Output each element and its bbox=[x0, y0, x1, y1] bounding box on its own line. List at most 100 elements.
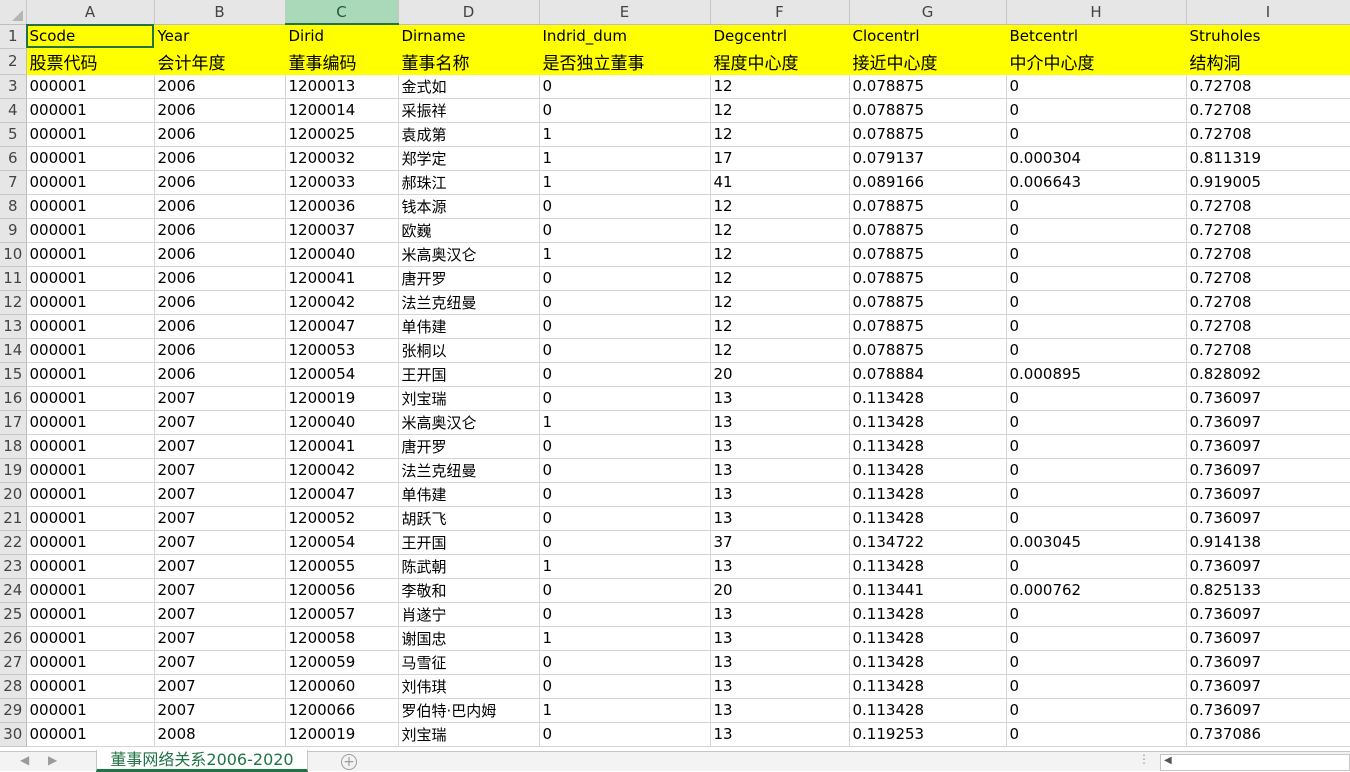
cell-b7[interactable]: 2006 bbox=[154, 170, 286, 195]
cell-f15[interactable]: 20 bbox=[710, 362, 850, 387]
row-header[interactable]: 4 bbox=[0, 98, 27, 123]
cell-c29[interactable]: 1200066 bbox=[285, 698, 399, 723]
row-header[interactable]: 22 bbox=[0, 530, 27, 555]
cell-h27[interactable]: 0 bbox=[1006, 650, 1187, 675]
cell-f11[interactable]: 12 bbox=[710, 266, 850, 291]
cell-b2[interactable]: 会计年度 bbox=[154, 48, 286, 75]
cell-f23[interactable]: 13 bbox=[710, 554, 850, 579]
cell-e30[interactable]: 0 bbox=[539, 722, 711, 747]
cell-a6[interactable]: 000001 bbox=[26, 146, 155, 171]
cell-i10[interactable]: 0.72708 bbox=[1186, 242, 1350, 267]
cell-i22[interactable]: 0.914138 bbox=[1186, 530, 1350, 555]
cell-h19[interactable]: 0 bbox=[1006, 458, 1187, 483]
cell-a7[interactable]: 000001 bbox=[26, 170, 155, 195]
cell-b11[interactable]: 2006 bbox=[154, 266, 286, 291]
cell-c16[interactable]: 1200019 bbox=[285, 386, 399, 411]
cell-d27[interactable]: 马雪征 bbox=[398, 650, 540, 675]
cell-h4[interactable]: 0 bbox=[1006, 98, 1187, 123]
cell-h6[interactable]: 0.000304 bbox=[1006, 146, 1187, 171]
cell-d8[interactable]: 钱本源 bbox=[398, 194, 540, 219]
cell-e13[interactable]: 0 bbox=[539, 314, 711, 339]
cell-e20[interactable]: 0 bbox=[539, 482, 711, 507]
cell-f22[interactable]: 37 bbox=[710, 530, 850, 555]
cell-i21[interactable]: 0.736097 bbox=[1186, 506, 1350, 531]
cell-a14[interactable]: 000001 bbox=[26, 338, 155, 363]
cell-e18[interactable]: 0 bbox=[539, 434, 711, 459]
cell-i18[interactable]: 0.736097 bbox=[1186, 434, 1350, 459]
cell-d9[interactable]: 欧巍 bbox=[398, 218, 540, 243]
cell-a22[interactable]: 000001 bbox=[26, 530, 155, 555]
cell-f21[interactable]: 13 bbox=[710, 506, 850, 531]
cell-h26[interactable]: 0 bbox=[1006, 626, 1187, 651]
row-header[interactable]: 13 bbox=[0, 314, 27, 339]
cell-g4[interactable]: 0.078875 bbox=[849, 98, 1007, 123]
cell-g12[interactable]: 0.078875 bbox=[849, 290, 1007, 315]
cell-c18[interactable]: 1200041 bbox=[285, 434, 399, 459]
cell-a20[interactable]: 000001 bbox=[26, 482, 155, 507]
cell-d24[interactable]: 李敬和 bbox=[398, 578, 540, 603]
cell-i25[interactable]: 0.736097 bbox=[1186, 602, 1350, 627]
column-header-b[interactable]: B bbox=[154, 0, 286, 25]
row-header[interactable]: 12 bbox=[0, 290, 27, 315]
cell-g8[interactable]: 0.078875 bbox=[849, 194, 1007, 219]
cell-f13[interactable]: 12 bbox=[710, 314, 850, 339]
cell-a21[interactable]: 000001 bbox=[26, 506, 155, 531]
cell-b8[interactable]: 2006 bbox=[154, 194, 286, 219]
cell-e5[interactable]: 1 bbox=[539, 122, 711, 147]
cell-e3[interactable]: 0 bbox=[539, 74, 711, 99]
cell-f7[interactable]: 41 bbox=[710, 170, 850, 195]
cell-e14[interactable]: 0 bbox=[539, 338, 711, 363]
cell-g6[interactable]: 0.079137 bbox=[849, 146, 1007, 171]
cell-h10[interactable]: 0 bbox=[1006, 242, 1187, 267]
cell-c17[interactable]: 1200040 bbox=[285, 410, 399, 435]
column-header-g[interactable]: G bbox=[849, 0, 1007, 25]
cell-e4[interactable]: 0 bbox=[539, 98, 711, 123]
sheet-tab-active[interactable]: 董事网络关系2006-2020 bbox=[96, 750, 308, 772]
cell-b13[interactable]: 2006 bbox=[154, 314, 286, 339]
cell-g26[interactable]: 0.113428 bbox=[849, 626, 1007, 651]
cell-d29[interactable]: 罗伯特·巴内姆 bbox=[398, 698, 540, 723]
cell-b25[interactable]: 2007 bbox=[154, 602, 286, 627]
cell-b30[interactable]: 2008 bbox=[154, 722, 286, 747]
column-header-i[interactable]: I bbox=[1186, 0, 1350, 25]
cell-h25[interactable]: 0 bbox=[1006, 602, 1187, 627]
cell-f3[interactable]: 12 bbox=[710, 74, 850, 99]
row-header[interactable]: 16 bbox=[0, 386, 27, 411]
cell-b28[interactable]: 2007 bbox=[154, 674, 286, 699]
row-header[interactable]: 8 bbox=[0, 194, 27, 219]
cell-e15[interactable]: 0 bbox=[539, 362, 711, 387]
cell-c25[interactable]: 1200057 bbox=[285, 602, 399, 627]
row-header[interactable]: 3 bbox=[0, 74, 27, 99]
row-header[interactable]: 24 bbox=[0, 578, 27, 603]
cell-e1[interactable]: Indrid_dum bbox=[539, 24, 711, 49]
cell-i28[interactable]: 0.736097 bbox=[1186, 674, 1350, 699]
cell-h24[interactable]: 0.000762 bbox=[1006, 578, 1187, 603]
cell-b22[interactable]: 2007 bbox=[154, 530, 286, 555]
cell-c22[interactable]: 1200054 bbox=[285, 530, 399, 555]
cell-f14[interactable]: 12 bbox=[710, 338, 850, 363]
cell-h28[interactable]: 0 bbox=[1006, 674, 1187, 699]
cell-h17[interactable]: 0 bbox=[1006, 410, 1187, 435]
cell-g11[interactable]: 0.078875 bbox=[849, 266, 1007, 291]
cell-e11[interactable]: 0 bbox=[539, 266, 711, 291]
cell-c2[interactable]: 董事编码 bbox=[285, 48, 399, 75]
cell-g3[interactable]: 0.078875 bbox=[849, 74, 1007, 99]
cell-f29[interactable]: 13 bbox=[710, 698, 850, 723]
cell-b9[interactable]: 2006 bbox=[154, 218, 286, 243]
cell-i15[interactable]: 0.828092 bbox=[1186, 362, 1350, 387]
cell-e17[interactable]: 1 bbox=[539, 410, 711, 435]
cell-h3[interactable]: 0 bbox=[1006, 74, 1187, 99]
cell-b21[interactable]: 2007 bbox=[154, 506, 286, 531]
cell-i4[interactable]: 0.72708 bbox=[1186, 98, 1350, 123]
cell-c19[interactable]: 1200042 bbox=[285, 458, 399, 483]
cell-d2[interactable]: 董事名称 bbox=[398, 48, 540, 75]
row-header[interactable]: 7 bbox=[0, 170, 27, 195]
cell-c1[interactable]: Dirid bbox=[285, 24, 399, 49]
next-sheet-icon[interactable]: ▶ bbox=[48, 753, 57, 767]
cell-h22[interactable]: 0.003045 bbox=[1006, 530, 1187, 555]
cell-a16[interactable]: 000001 bbox=[26, 386, 155, 411]
cell-g1[interactable]: Clocentrl bbox=[849, 24, 1007, 49]
cell-i7[interactable]: 0.919005 bbox=[1186, 170, 1350, 195]
cell-g28[interactable]: 0.113428 bbox=[849, 674, 1007, 699]
select-all-corner[interactable] bbox=[0, 0, 27, 25]
